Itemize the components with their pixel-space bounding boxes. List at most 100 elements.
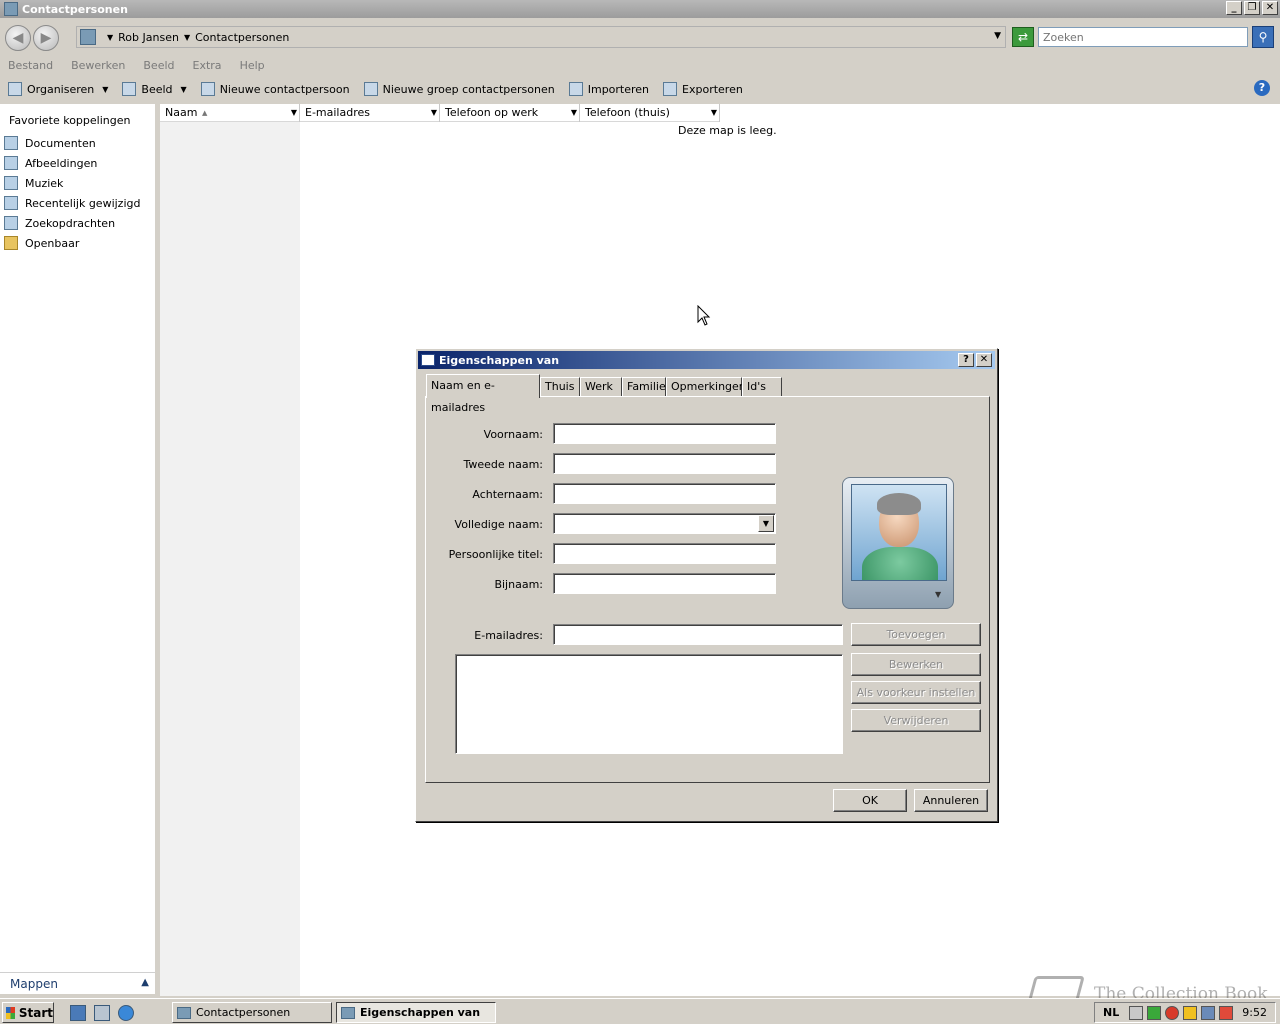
- show-desktop-icon[interactable]: [70, 1005, 86, 1021]
- email-address-list[interactable]: [455, 654, 843, 754]
- contact-card-icon: [421, 354, 435, 366]
- volume-muted-icon[interactable]: [1219, 1005, 1234, 1020]
- search-button[interactable]: ⚲: [1252, 26, 1274, 48]
- column-header-e-mailadres[interactable]: E-mailadres ▼: [300, 104, 440, 122]
- close-button[interactable]: ✕: [1262, 1, 1278, 15]
- address-field[interactable]: ▼ Rob Jansen ▼ Contactpersonen ▼: [76, 26, 1006, 48]
- tab-thuis[interactable]: Thuis: [540, 377, 580, 397]
- task-eigenschappen-van[interactable]: Eigenschappen van: [336, 1002, 496, 1023]
- minimize-button[interactable]: _: [1226, 1, 1242, 15]
- internet-explorer-icon[interactable]: [118, 1005, 134, 1021]
- tab-opmerkingen[interactable]: Opmerkingen: [666, 377, 746, 397]
- nav-item-documenten[interactable]: Documenten: [4, 136, 96, 150]
- new-group-icon: [363, 82, 378, 96]
- tab-ids[interactable]: Id's: [742, 377, 782, 397]
- personal-title-field[interactable]: [553, 543, 776, 564]
- breadcrumb-separator-icon[interactable]: ▼: [184, 33, 190, 42]
- cancel-button[interactable]: Annuleren: [914, 789, 988, 812]
- network-icon[interactable]: [94, 1005, 110, 1021]
- remove-email-button[interactable]: Verwijderen: [851, 709, 981, 732]
- contacts-folder-icon: [80, 29, 96, 45]
- keyboard-icon[interactable]: [1129, 1005, 1144, 1020]
- clock[interactable]: 9:52: [1242, 1006, 1267, 1019]
- column-label: Telefoon (thuis): [585, 106, 670, 119]
- chevron-down-icon[interactable]: ▼: [431, 104, 437, 122]
- chevron-down-icon[interactable]: ▼: [291, 104, 297, 122]
- chevron-down-icon: ▼: [935, 590, 942, 599]
- sort-ascending-icon: ▲: [202, 109, 208, 117]
- menu-extra[interactable]: Extra: [193, 59, 222, 72]
- new-group-button[interactable]: Nieuwe groep contactpersonen: [363, 82, 555, 96]
- language-indicator[interactable]: NL: [1103, 1006, 1119, 1019]
- network-status-icon[interactable]: [1201, 1005, 1216, 1020]
- security-shield-icon[interactable]: [1147, 1005, 1162, 1020]
- nav-item-openbaar[interactable]: Openbaar: [4, 236, 79, 250]
- nav-item-zoekopdrachten[interactable]: Zoekopdrachten: [4, 216, 115, 230]
- chevron-down-icon[interactable]: ▼: [758, 515, 774, 532]
- organize-icon: [8, 82, 22, 96]
- full-name-combo[interactable]: ▼: [553, 513, 776, 534]
- windows-flag-icon: [6, 1006, 15, 1019]
- breadcrumb-contactpersonen[interactable]: Contactpersonen: [195, 31, 289, 44]
- refresh-button[interactable]: ⇄: [1012, 27, 1034, 47]
- new-contact-button[interactable]: Nieuwe contactpersoon: [200, 82, 350, 96]
- address-history-dropdown-icon[interactable]: ▼: [994, 31, 1001, 41]
- chevron-down-icon[interactable]: ▼: [571, 104, 577, 122]
- menu-help[interactable]: Help: [240, 59, 265, 72]
- last-name-field[interactable]: [553, 483, 776, 504]
- view-label: Beeld: [141, 82, 173, 96]
- organize-button[interactable]: Organiseren ▼: [8, 82, 108, 96]
- search-input[interactable]: [1038, 27, 1248, 47]
- nav-item-muziek[interactable]: Muziek: [4, 176, 63, 190]
- column-header-naam[interactable]: Naam ▲ ▼: [160, 104, 300, 122]
- contact-card-icon: [341, 1006, 355, 1019]
- tab-familie[interactable]: Familie: [622, 377, 666, 397]
- contact-picture-button[interactable]: ▼: [842, 477, 954, 609]
- add-email-button[interactable]: Toevoegen: [851, 623, 981, 646]
- chevron-down-icon: ▼: [180, 84, 187, 94]
- menu-beeld[interactable]: Beeld: [143, 59, 174, 72]
- back-button[interactable]: ◀: [5, 25, 31, 51]
- pictures-icon: [4, 156, 18, 170]
- task-contactpersonen[interactable]: Contactpersonen: [172, 1002, 332, 1023]
- menu-bestand[interactable]: Bestand: [8, 59, 53, 72]
- set-preferred-email-button[interactable]: Als voorkeur instellen: [851, 681, 981, 704]
- nav-item-label: Muziek: [25, 176, 64, 190]
- nav-item-afbeeldingen[interactable]: Afbeeldingen: [4, 156, 97, 170]
- menu-bewerken[interactable]: Bewerken: [71, 59, 125, 72]
- start-button[interactable]: Start: [2, 1002, 54, 1023]
- task-label: Eigenschappen van: [360, 1006, 481, 1019]
- export-button[interactable]: Exporteren: [663, 82, 743, 96]
- tab-naam-en-e-mailadres[interactable]: Naam en e-mailadres: [426, 374, 540, 414]
- dialog-help-button[interactable]: ?: [958, 353, 974, 367]
- import-button[interactable]: Importeren: [568, 82, 649, 96]
- forward-arrow-icon: ▶: [40, 30, 52, 46]
- system-tray: NL 9:52: [1094, 1002, 1276, 1023]
- nav-item-recentelijk-gewijzigd[interactable]: Recentelijk gewijzigd: [4, 196, 140, 210]
- ok-button[interactable]: OK: [833, 789, 907, 812]
- searches-icon: [4, 216, 18, 230]
- warning-icon[interactable]: [1183, 1005, 1198, 1020]
- new-contact-label: Nieuwe contactpersoon: [219, 82, 350, 96]
- chevron-down-icon[interactable]: ▼: [711, 104, 717, 122]
- folders-toggle[interactable]: Mappen ▲: [0, 972, 155, 994]
- restore-button[interactable]: ❐: [1244, 1, 1260, 15]
- alert-icon[interactable]: [1165, 1005, 1180, 1020]
- nickname-label: Bijnaam:: [494, 578, 543, 591]
- first-name-field[interactable]: [553, 423, 776, 444]
- email-field[interactable]: [553, 624, 843, 645]
- view-button[interactable]: Beeld ▼: [122, 82, 187, 96]
- column-header-telefoon-op-werk[interactable]: Telefoon op werk ▼: [440, 104, 580, 122]
- empty-folder-message: Deze map is leeg.: [678, 124, 777, 137]
- dialog-title-bar[interactable]: Eigenschappen van ? ✕: [418, 351, 995, 369]
- nickname-field[interactable]: [553, 573, 776, 594]
- breadcrumb-separator-icon[interactable]: ▼: [107, 33, 113, 42]
- tab-werk[interactable]: Werk: [580, 377, 622, 397]
- column-header-telefoon-thuis[interactable]: Telefoon (thuis) ▼: [580, 104, 720, 122]
- forward-button[interactable]: ▶: [33, 25, 59, 51]
- middle-name-field[interactable]: [553, 453, 776, 474]
- breadcrumb-rob-jansen[interactable]: Rob Jansen: [118, 31, 179, 44]
- dialog-close-button[interactable]: ✕: [976, 353, 992, 367]
- edit-email-button[interactable]: Bewerken: [851, 653, 981, 676]
- help-button[interactable]: ?: [1254, 80, 1270, 96]
